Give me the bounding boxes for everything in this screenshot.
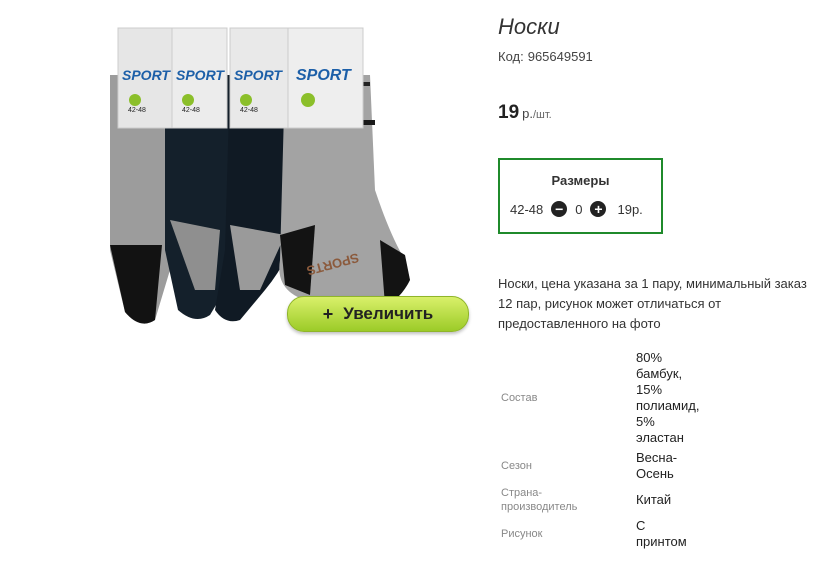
size-row: 42-48 − 0 + 19р. — [510, 201, 643, 217]
product-price: 19 р./шт. — [498, 102, 552, 124]
price-per: /шт. — [532, 109, 552, 121]
plus-icon: + — [594, 201, 603, 217]
product-description: Носки, цена указана за 1 пару, минимальн… — [498, 276, 807, 331]
tag-card-1: SPORT 42-48 — [117, 27, 174, 129]
svg-text:42-48: 42-48 — [240, 107, 258, 114]
svg-text:SPORT: SPORT — [296, 67, 352, 84]
spec-value: Весна- Осень — [636, 450, 678, 481]
decrease-quantity-button[interactable]: − — [551, 201, 568, 217]
spec-value: Китай — [636, 492, 672, 507]
price-currency: р. — [522, 106, 533, 121]
tag-card-3: SPORT 42-48 — [229, 27, 289, 129]
plus-icon: + — [322, 303, 334, 324]
sizes-title: Размеры — [551, 173, 610, 188]
size-label: 42-48 — [510, 201, 544, 217]
svg-text:42-48: 42-48 — [128, 107, 146, 114]
spec-value: С принтом — [636, 518, 687, 549]
product-code-value: 965649591 — [527, 49, 593, 64]
product-code: Код: 965649591 — [498, 49, 593, 64]
quantity-value[interactable]: 0 — [575, 202, 582, 217]
spec-label: Страна- производитель — [501, 487, 578, 513]
svg-text:SPORT: SPORT — [122, 67, 171, 83]
tag-card-4: SPORT — [287, 27, 364, 129]
svg-text:42-48: 42-48 — [182, 107, 200, 114]
spec-label: Состав — [501, 392, 538, 404]
product-code-label: Код: — [498, 49, 524, 64]
svg-text:SPORT: SPORT — [176, 67, 225, 83]
size-row-price: 19р. — [617, 201, 643, 217]
spec-label: Рисунок — [501, 528, 543, 540]
zoom-button-label: Увеличить — [343, 304, 434, 323]
price-value: 19 — [498, 102, 520, 123]
spec-label: Сезон — [501, 460, 532, 472]
svg-text:SPORT: SPORT — [234, 67, 283, 83]
socks-photo: SPORTS SPORT 42-48 SPORT 42-48 SPORT 42-… — [110, 27, 410, 324]
minus-icon: − — [555, 201, 564, 217]
spec-value: 80% бамбук, 15% полиамид, 5% эластан — [636, 350, 700, 445]
zoom-button[interactable]: + Увеличить — [287, 296, 469, 332]
increase-quantity-button[interactable]: + — [590, 201, 607, 217]
product-image[interactable]: SPORTS SPORT 42-48 SPORT 42-48 SPORT 42-… — [100, 20, 420, 330]
sizes-panel: Размеры 42-48 − 0 + 19р. — [498, 158, 663, 234]
tag-card-2: SPORT 42-48 — [171, 27, 228, 129]
product-title: Носки — [498, 14, 560, 39]
